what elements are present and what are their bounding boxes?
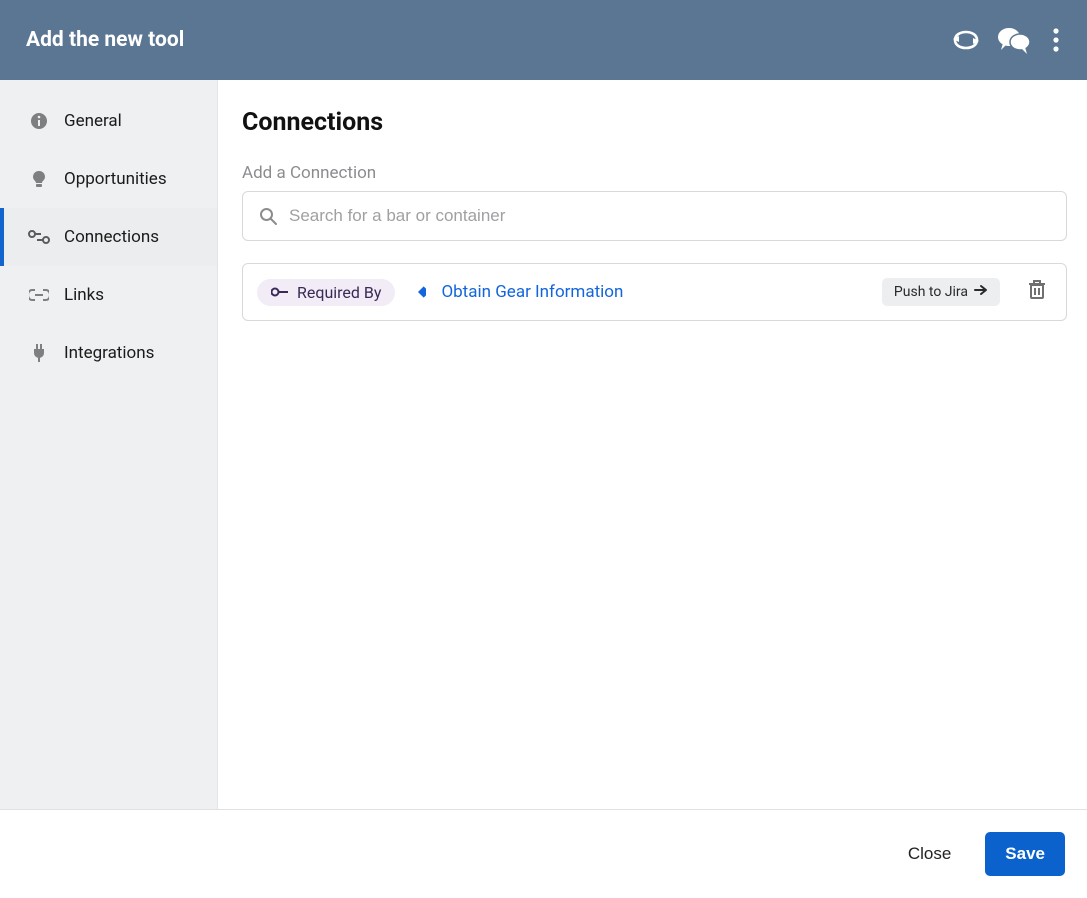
sidebar-item-connections[interactable]: Connections: [0, 208, 217, 266]
page-heading: Connections: [242, 108, 1067, 137]
plug-icon: [28, 344, 50, 362]
link-icon: [28, 288, 50, 302]
sidebar-item-links[interactable]: Links: [0, 266, 217, 324]
save-button[interactable]: Save: [985, 832, 1065, 876]
kebab-menu-icon[interactable]: [1045, 23, 1067, 57]
connection-link[interactable]: Obtain Gear Information: [441, 282, 623, 302]
bulb-icon: [28, 170, 50, 188]
dialog-footer: Close Save: [0, 810, 1087, 898]
section-label: Add a Connection: [242, 163, 1067, 183]
push-to-jira-label: Push to Jira: [894, 284, 968, 300]
search-field-wrapper[interactable]: [242, 191, 1067, 241]
info-icon: [28, 112, 50, 130]
delete-button[interactable]: [1022, 277, 1052, 307]
trash-icon: [1028, 280, 1046, 304]
sidebar-item-label: Connections: [64, 227, 159, 247]
relation-badge-label: Required By: [297, 283, 381, 302]
relation-badge: Required By: [257, 279, 395, 306]
connection-row: Required By Obtain Gear Information Push…: [242, 263, 1067, 321]
refresh-icon[interactable]: [949, 23, 983, 57]
sidebar-item-opportunities[interactable]: Opportunities: [0, 150, 217, 208]
title-bar: Add the new tool: [0, 0, 1087, 80]
push-to-jira-button[interactable]: Push to Jira: [882, 278, 1000, 306]
content-row: General Opportunities Connections: [0, 80, 1087, 810]
comments-icon[interactable]: [997, 23, 1031, 57]
sidebar-item-label: General: [64, 111, 122, 131]
key-icon: [271, 286, 289, 298]
sidebar: General Opportunities Connections: [0, 80, 218, 809]
title-bar-actions: [949, 23, 1067, 57]
sidebar-item-label: Opportunities: [64, 169, 167, 189]
arrow-right-icon: [974, 284, 988, 300]
connections-icon: [28, 229, 50, 245]
main-panel: Connections Add a Connection Required By…: [218, 80, 1087, 809]
search-input[interactable]: [287, 205, 1050, 227]
sidebar-item-label: Integrations: [64, 343, 154, 363]
sidebar-item-label: Links: [64, 285, 104, 305]
jira-icon: [409, 283, 427, 301]
sidebar-item-general[interactable]: General: [0, 92, 217, 150]
modal-title: Add the new tool: [26, 28, 184, 52]
search-icon: [259, 207, 277, 225]
sidebar-item-integrations[interactable]: Integrations: [0, 324, 217, 382]
close-button[interactable]: Close: [902, 843, 957, 865]
